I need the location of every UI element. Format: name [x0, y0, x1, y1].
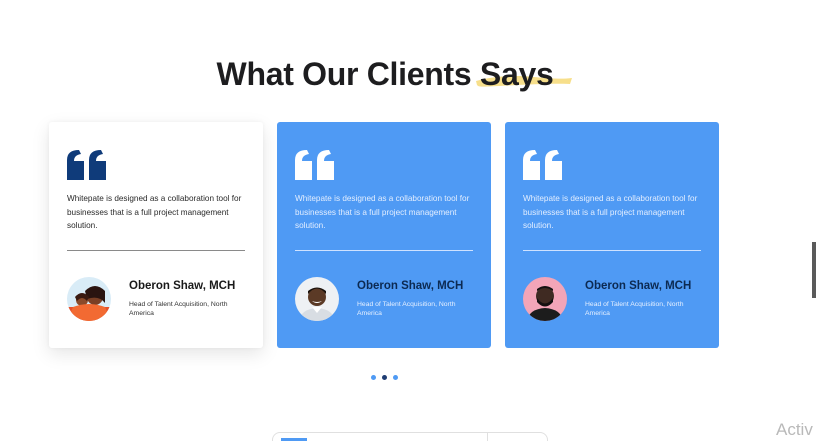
avatar-man-smiling-icon — [295, 277, 339, 321]
activation-watermark: Activ — [776, 420, 813, 439]
client-role: Head of Talent Acquisition, North Americ… — [585, 301, 684, 317]
testimonial-card-2: Whitepate is designed as a collaboration… — [277, 122, 491, 348]
carousel-dot-2[interactable] — [382, 375, 387, 380]
client-name: Oberon Shaw, MCH — [357, 280, 464, 292]
section-heading-wrap: What Our Clients Says — [0, 56, 770, 93]
testimonial-card-1: Whitepate is designed as a collaboration… — [49, 122, 263, 348]
section-title-highlight: Says — [475, 56, 572, 93]
card-divider — [523, 250, 701, 251]
testimonial-text: Whitepate is designed as a collaboration… — [295, 194, 470, 231]
carousel-dot-1[interactable] — [371, 375, 376, 380]
scrollbar-thumb[interactable] — [812, 242, 816, 298]
client-name: Oberon Shaw, MCH — [585, 280, 692, 292]
quote-icon — [523, 150, 562, 180]
client-role: Head of Talent Acquisition, North Americ… — [357, 301, 456, 317]
section-title: What Our Clients Says — [216, 56, 572, 93]
carousel-dot-3[interactable] — [393, 375, 398, 380]
quote-icon — [67, 150, 106, 180]
card-divider — [67, 250, 245, 251]
card-divider — [295, 250, 473, 251]
avatar-woman-icon — [67, 277, 111, 321]
client-name: Oberon Shaw, MCH — [129, 280, 236, 292]
testimonial-card-3: Whitepate is designed as a collaboration… — [505, 122, 719, 348]
section-title-main: What Our Clients — [216, 56, 480, 92]
testimonial-text: Whitepate is designed as a collaboration… — [67, 194, 242, 231]
toolbar-separator — [487, 433, 488, 441]
carousel-dots — [371, 375, 398, 380]
bottom-toolbar — [272, 432, 548, 441]
client-role: Head of Talent Acquisition, North Americ… — [129, 301, 228, 317]
avatar-man-beard-icon — [523, 277, 567, 321]
quote-icon — [295, 150, 334, 180]
testimonial-text: Whitepate is designed as a collaboration… — [523, 194, 698, 231]
